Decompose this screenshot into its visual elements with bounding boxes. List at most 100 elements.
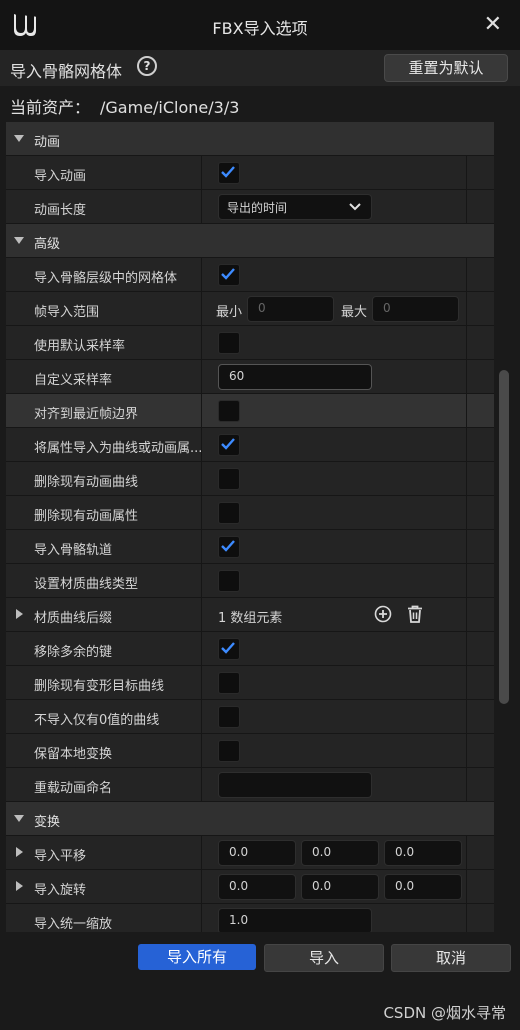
row-label: 重载动画命名 bbox=[34, 781, 113, 796]
row-label: 设置材质曲线类型 bbox=[34, 577, 139, 592]
section-label: 动画 bbox=[34, 135, 61, 150]
collapse-arrow-icon[interactable] bbox=[14, 135, 24, 142]
expand-arrow-icon[interactable] bbox=[16, 881, 23, 891]
row-label: 不导入仅有0值的曲线 bbox=[34, 713, 160, 728]
input-value: 0.0 bbox=[395, 845, 415, 859]
input-value: 0.0 bbox=[395, 879, 415, 893]
import-attributes-as-curves-checkbox[interactable] bbox=[218, 434, 240, 456]
row-delete-existing-curves: 删除现有动画曲线 bbox=[6, 462, 494, 496]
override-animation-name-input[interactable] bbox=[218, 772, 372, 798]
section-animation[interactable]: 动画 bbox=[6, 122, 494, 156]
row-import-bone-tracks: 导入骨骼轨道 bbox=[6, 530, 494, 564]
rotation-z-input[interactable]: 0.0 bbox=[384, 874, 462, 900]
section-label: 高级 bbox=[34, 237, 61, 252]
animation-length-dropdown[interactable]: 导出的时间 bbox=[218, 194, 372, 220]
do-not-import-zero-curves-checkbox[interactable] bbox=[218, 706, 240, 728]
row-label: 自定义采样率 bbox=[34, 373, 113, 388]
row-animation-length: 动画长度 导出的时间 bbox=[6, 190, 494, 224]
section-label: 变换 bbox=[34, 815, 61, 830]
remove-redundant-keys-checkbox[interactable] bbox=[218, 638, 240, 660]
scrollbar-thumb[interactable] bbox=[499, 370, 509, 704]
row-label: 导入旋转 bbox=[34, 883, 87, 898]
current-asset-label: 当前资产： bbox=[10, 98, 91, 117]
row-import-rotation: 导入旋转 0.0 0.0 0.0 bbox=[6, 870, 494, 904]
expand-arrow-icon[interactable] bbox=[16, 609, 23, 619]
row-label: 保留本地变换 bbox=[34, 747, 113, 762]
custom-sample-rate-input[interactable]: 60 bbox=[218, 364, 372, 390]
section-advanced[interactable]: 高级 bbox=[6, 224, 494, 258]
row-label: 删除现有动画属性 bbox=[34, 509, 139, 524]
title-bar: FBX导入选项 ✕ bbox=[0, 0, 520, 50]
import-animation-checkbox[interactable] bbox=[218, 162, 240, 184]
row-label: 导入动画 bbox=[34, 169, 87, 184]
row-label: 导入骨骼层级中的网格体 bbox=[34, 271, 178, 286]
check-icon bbox=[221, 166, 235, 178]
row-label: 导入统一缩放 bbox=[34, 917, 113, 932]
row-label: 删除现有动画曲线 bbox=[34, 475, 139, 490]
close-icon[interactable]: ✕ bbox=[484, 12, 502, 37]
row-label: 对齐到最近帧边界 bbox=[34, 407, 139, 422]
chevron-down-icon bbox=[349, 203, 361, 211]
row-label: 导入骨骼轨道 bbox=[34, 543, 113, 558]
row-delete-existing-attributes: 删除现有动画属性 bbox=[6, 496, 494, 530]
collapse-arrow-icon[interactable] bbox=[14, 815, 24, 822]
row-label: 动画长度 bbox=[34, 203, 87, 218]
row-preserve-local-transform: 保留本地变换 bbox=[6, 734, 494, 768]
row-use-default-sample-rate: 使用默认采样率 bbox=[6, 326, 494, 360]
delete-existing-attributes-checkbox[interactable] bbox=[218, 502, 240, 524]
row-import-uniform-scale: 导入统一缩放 1.0 bbox=[6, 904, 494, 932]
translation-x-input[interactable]: 0.0 bbox=[218, 840, 296, 866]
translation-y-input[interactable]: 0.0 bbox=[301, 840, 379, 866]
import-bone-tracks-checkbox[interactable] bbox=[218, 536, 240, 558]
import-button[interactable]: 导入 bbox=[264, 944, 384, 972]
row-material-curve-suffixes: 材质曲线后缀 1 数组元素 bbox=[6, 598, 494, 632]
row-import-attributes-as-curves: 将属性导入为曲线或动画属... bbox=[6, 428, 494, 462]
rotation-x-input[interactable]: 0.0 bbox=[218, 874, 296, 900]
input-value: 0 bbox=[258, 301, 266, 315]
row-do-not-import-zero-curves: 不导入仅有0值的曲线 bbox=[6, 700, 494, 734]
input-value: 0 bbox=[383, 301, 391, 315]
row-import-animation: 导入动画 bbox=[6, 156, 494, 190]
uniform-scale-input[interactable]: 1.0 bbox=[218, 908, 372, 932]
row-label: 移除多余的键 bbox=[34, 645, 113, 660]
row-label: 材质曲线后缀 bbox=[34, 611, 113, 626]
set-material-curve-type-checkbox[interactable] bbox=[218, 570, 240, 592]
cancel-button[interactable]: 取消 bbox=[391, 944, 511, 972]
snap-to-closest-frame-checkbox[interactable] bbox=[218, 400, 240, 422]
row-custom-sample-rate: 自定义采样率 60 bbox=[6, 360, 494, 394]
max-label: 最大 bbox=[341, 305, 368, 320]
input-value: 0.0 bbox=[229, 879, 249, 893]
row-snap-to-closest-frame: 对齐到最近帧边界 bbox=[6, 394, 494, 428]
check-icon bbox=[221, 268, 235, 280]
help-icon[interactable]: ? bbox=[137, 56, 157, 76]
check-icon bbox=[221, 438, 235, 450]
row-import-meshes-in-bone-hierarchy: 导入骨骼层级中的网格体 bbox=[6, 258, 494, 292]
delete-morph-target-curves-checkbox[interactable] bbox=[218, 672, 240, 694]
import-meshes-in-bone-hierarchy-checkbox[interactable] bbox=[218, 264, 240, 286]
row-label: 使用默认采样率 bbox=[34, 339, 126, 354]
reset-to-default-button[interactable]: 重置为默认 bbox=[384, 54, 508, 82]
rotation-y-input[interactable]: 0.0 bbox=[301, 874, 379, 900]
input-value: 0.0 bbox=[312, 879, 332, 893]
translation-z-input[interactable]: 0.0 bbox=[384, 840, 462, 866]
import-all-button[interactable]: 导入所有 bbox=[138, 944, 256, 970]
frame-range-min-input[interactable]: 0 bbox=[247, 296, 334, 322]
use-default-sample-rate-checkbox[interactable] bbox=[218, 332, 240, 354]
expand-arrow-icon[interactable] bbox=[16, 847, 23, 857]
input-value: 60 bbox=[229, 369, 245, 383]
window-title: FBX导入选项 bbox=[212, 19, 308, 38]
row-label: 帧导入范围 bbox=[34, 305, 100, 320]
row-frame-import-range: 帧导入范围 最小 0 最大 0 bbox=[6, 292, 494, 326]
add-element-icon[interactable] bbox=[374, 605, 392, 623]
section-transform[interactable]: 变换 bbox=[6, 802, 494, 836]
trash-icon[interactable] bbox=[407, 605, 423, 623]
frame-range-max-input[interactable]: 0 bbox=[372, 296, 459, 322]
preserve-local-transform-checkbox[interactable] bbox=[218, 740, 240, 762]
current-asset-path: /Game/iClone/3/3 bbox=[100, 98, 240, 117]
array-count: 1 数组元素 bbox=[218, 611, 283, 626]
input-value: 0.0 bbox=[312, 845, 332, 859]
collapse-arrow-icon[interactable] bbox=[14, 237, 24, 244]
delete-existing-curves-checkbox[interactable] bbox=[218, 468, 240, 490]
check-icon bbox=[221, 540, 235, 552]
row-label: 将属性导入为曲线或动画属... bbox=[34, 441, 202, 456]
